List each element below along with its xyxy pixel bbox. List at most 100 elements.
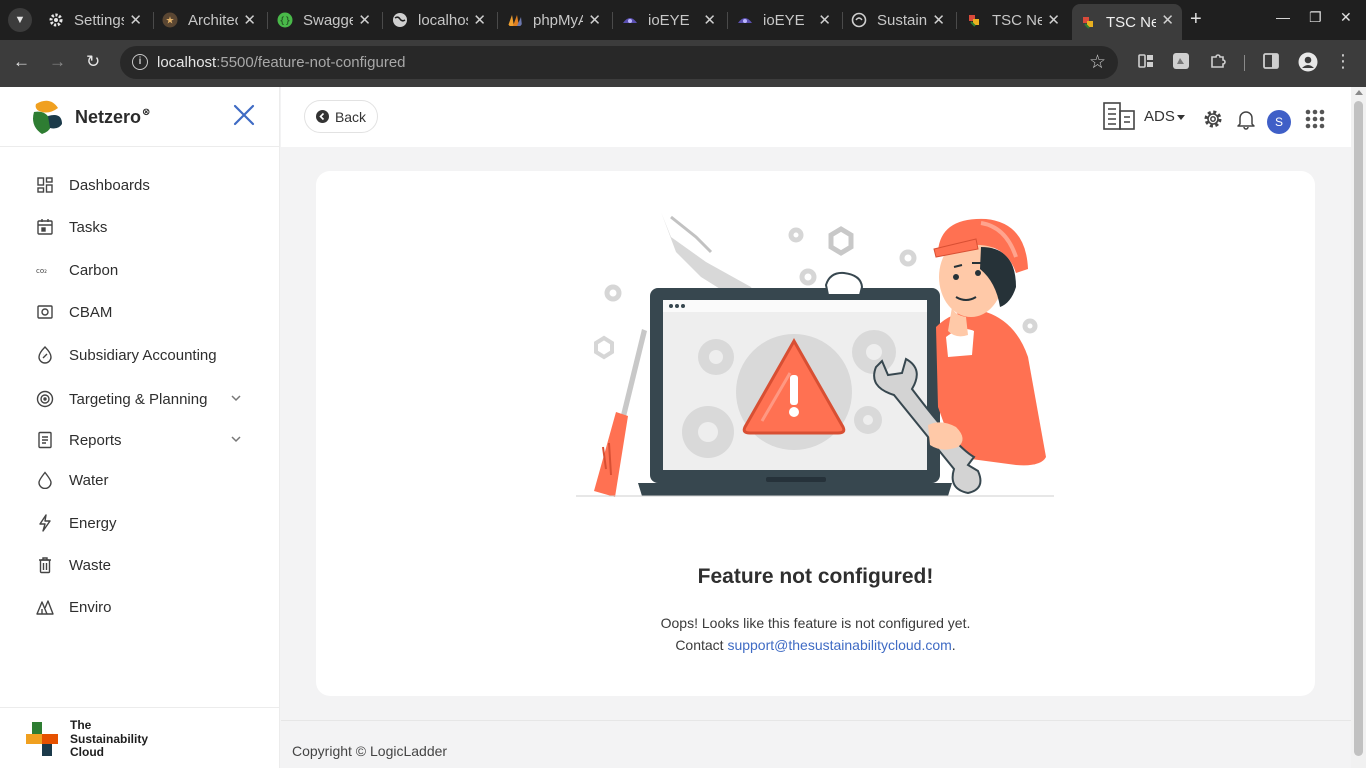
page-scrollbar[interactable]: [1351, 87, 1366, 768]
site-info-icon[interactable]: i: [132, 54, 148, 70]
bookmark-star-icon[interactable]: ☆: [1089, 51, 1106, 74]
tab-close-icon[interactable]: ✕: [129, 11, 142, 29]
screenshot-extension-icon[interactable]: [1172, 52, 1190, 70]
swagger-icon: {}: [277, 12, 293, 28]
sidebar-item-label: Targeting & Planning: [69, 390, 208, 408]
browser-tab[interactable]: ioEYE ✕: [729, 4, 839, 36]
tab-close-icon[interactable]: ✕: [703, 11, 716, 29]
contact-line: Contact support@thesustainabilitycloud.c…: [316, 637, 1315, 653]
scrollbar-thumb[interactable]: [1354, 101, 1363, 756]
sidebar-item-cbam[interactable]: CBAM: [36, 300, 256, 324]
brand-logo-link[interactable]: Netzero⊗: [28, 99, 150, 135]
browser-tab-active[interactable]: TSC Netzero ✕: [1072, 4, 1182, 40]
tab-separator: [267, 12, 268, 29]
ioeye-icon: [738, 18, 752, 23]
new-tab-plus-icon[interactable]: +: [1190, 8, 1202, 30]
tab-separator: [956, 12, 957, 29]
back-arrow-icon[interactable]: ←: [13, 52, 30, 72]
app-footer: Copyright © LogicLadder: [281, 720, 1351, 768]
forward-arrow-icon[interactable]: →: [49, 52, 66, 72]
sidebar-item-label: Enviro: [69, 598, 112, 616]
sidebar: Netzero⊗ Dashboards Tasks co₂ Carbon CBA…: [0, 87, 280, 768]
profile-icon[interactable]: [1298, 52, 1318, 72]
restore-icon[interactable]: ❐: [1309, 9, 1322, 26]
support-email-link[interactable]: support@thesustainabilitycloud.com: [727, 637, 951, 653]
calendar-icon: [37, 219, 53, 235]
sustainability-cloud-logo-icon: [26, 722, 58, 757]
side-panel-icon[interactable]: [1262, 52, 1280, 70]
sidebar-item-waste[interactable]: Waste: [36, 553, 256, 577]
organization-selector[interactable]: ADS: [1144, 108, 1175, 125]
contact-prefix: Contact: [675, 637, 728, 653]
trash-icon: [39, 557, 51, 574]
sidebar-item-enviro[interactable]: Enviro: [36, 595, 256, 619]
sidebar-item-targeting-planning[interactable]: Targeting & Planning: [36, 387, 256, 411]
tab-search-icon[interactable]: ▼: [8, 8, 32, 32]
tab-close-icon[interactable]: ✕: [818, 11, 831, 29]
sidebar-item-tasks[interactable]: Tasks: [36, 215, 256, 239]
tsc-icon: [1083, 17, 1093, 29]
star-icon: ★: [162, 12, 178, 28]
brand-name: Netzero⊗: [75, 106, 151, 127]
tab-close-icon[interactable]: ✕: [588, 11, 601, 29]
apps-grid-icon[interactable]: [1304, 108, 1326, 130]
sidebar-item-energy[interactable]: Energy: [36, 511, 256, 535]
dashboard-grid-icon: [37, 177, 53, 193]
copyright-text: Copyright © LogicLadder: [292, 743, 448, 759]
browser-tab[interactable]: ★ Architect ✕: [154, 4, 264, 36]
page-title: Feature not configured!: [697, 565, 934, 588]
tab-close-icon[interactable]: ✕: [932, 11, 945, 29]
chrome-menu-icon[interactable]: ⋮: [1334, 52, 1352, 70]
tab-close-icon[interactable]: ✕: [243, 11, 256, 29]
address-bar[interactable]: i localhost:5500/feature-not-configured …: [120, 46, 1118, 79]
url-host: localhost: [157, 54, 217, 71]
organization-building-icon[interactable]: [1103, 101, 1135, 131]
url-text[interactable]: localhost:5500/feature-not-configured: [157, 54, 406, 71]
report-icon: [38, 431, 52, 449]
sidebar-item-reports[interactable]: Reports: [36, 428, 256, 452]
gear-icon: [49, 13, 63, 27]
browser-tab[interactable]: {} Swagger ✕: [269, 4, 379, 36]
browser-tab[interactable]: Settings ✕: [40, 4, 150, 36]
contact-suffix: .: [951, 637, 956, 653]
back-button[interactable]: Back: [304, 100, 378, 133]
svg-text:★: ★: [166, 16, 175, 27]
sidebar-item-water[interactable]: Water: [36, 468, 256, 492]
tab-close-icon[interactable]: ✕: [473, 11, 486, 29]
tab-separator: [382, 12, 383, 29]
sidebar-divider: [0, 146, 280, 147]
back-circle-arrow-icon: [315, 110, 329, 123]
browser-tab[interactable]: phpMyAdmin ✕: [499, 4, 609, 36]
extensions-puzzle-icon[interactable]: [1209, 52, 1227, 70]
close-sidebar-icon[interactable]: [232, 103, 256, 127]
browser-tab[interactable]: Sustain ✕: [843, 4, 953, 36]
chevron-down-icon[interactable]: [230, 433, 242, 445]
browser-tab[interactable]: ioEYE ✕: [614, 4, 724, 36]
tab-close-icon[interactable]: ✕: [1047, 11, 1060, 29]
tab-close-icon[interactable]: ✕: [358, 11, 371, 29]
chevron-down-icon[interactable]: [230, 392, 242, 404]
sidebar-item-dashboards[interactable]: Dashboards: [36, 173, 256, 197]
browser-tab[interactable]: TSC Netzero ✕: [958, 4, 1068, 36]
tab-separator: [727, 12, 728, 29]
settings-gear-icon[interactable]: [1202, 108, 1224, 130]
reload-icon[interactable]: ↻: [86, 52, 100, 72]
extension-icon[interactable]: [1137, 52, 1155, 70]
tab-close-icon[interactable]: ✕: [1161, 11, 1174, 29]
user-avatar[interactable]: S: [1267, 110, 1291, 134]
sidebar-item-label: Dashboards: [69, 176, 150, 194]
window-close-icon[interactable]: ✕: [1340, 9, 1352, 26]
scroll-up-arrow-icon[interactable]: [1355, 90, 1363, 95]
phpmyadmin-icon: [508, 15, 522, 26]
notification-bell-icon[interactable]: [1235, 108, 1257, 130]
minimize-icon[interactable]: —: [1276, 9, 1290, 25]
browser-tab-strip: ▼ Settings ✕ ★ Architect ✕ {} Swagger ✕ …: [0, 0, 1366, 40]
sidebar-item-subsidiary-accounting[interactable]: Subsidiary Accounting: [36, 343, 256, 367]
sidebar-item-carbon[interactable]: co₂ Carbon: [36, 258, 256, 282]
browser-tab[interactable]: localhost ✕: [384, 4, 494, 36]
sustain-icon: [851, 12, 867, 28]
water-drop-icon: [38, 471, 52, 489]
sidebar-item-label: Energy: [69, 514, 117, 532]
feature-not-configured-card: Feature not configured! Oops! Looks like…: [316, 171, 1315, 696]
caret-down-icon[interactable]: [1177, 115, 1185, 120]
